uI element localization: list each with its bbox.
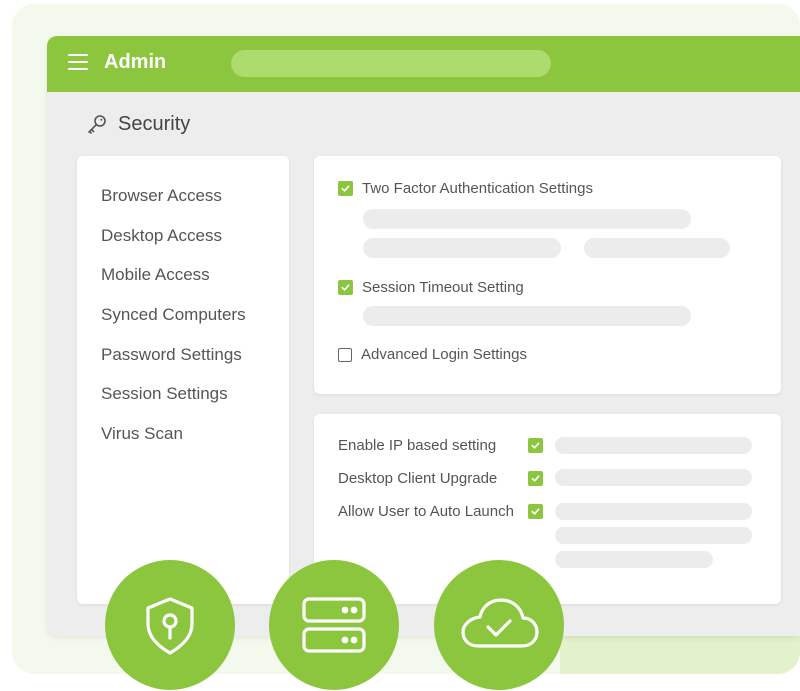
- session-timeout-label: Session Timeout Setting: [362, 279, 524, 296]
- placeholder-line: [555, 503, 752, 520]
- advanced-login-label: Advanced Login Settings: [361, 346, 527, 363]
- checkmark-icon: [531, 442, 540, 449]
- checkmark-icon: [341, 284, 350, 291]
- session-timeout-row: Session Timeout Setting: [338, 279, 524, 296]
- search-bar[interactable]: [231, 50, 551, 77]
- admin-window: Admin Security Browser Access Desktop Ac…: [47, 36, 800, 636]
- desktop-upgrade-checkbox[interactable]: [528, 471, 543, 486]
- sidebar-item-mobile-access[interactable]: Mobile Access: [101, 265, 210, 285]
- sidebar: Browser Access Desktop Access Mobile Acc…: [77, 156, 289, 604]
- session-timeout-checkbox[interactable]: [338, 280, 353, 295]
- placeholder-line: [363, 306, 691, 326]
- advanced-login-row: Advanced Login Settings: [338, 346, 527, 363]
- sidebar-item-session-settings[interactable]: Session Settings: [101, 384, 228, 404]
- placeholder-line: [584, 238, 730, 258]
- placeholder-line: [555, 551, 713, 568]
- checkmark-icon: [531, 508, 540, 515]
- cloud-feature-button[interactable]: [434, 560, 564, 690]
- shield-lock-icon: [146, 597, 194, 655]
- auto-launch-checkbox[interactable]: [528, 504, 543, 519]
- placeholder-line: [555, 437, 752, 454]
- two-factor-row: Two Factor Authentication Settings: [338, 180, 593, 197]
- menu-icon[interactable]: [68, 54, 88, 72]
- authentication-settings-card: Two Factor Authentication Settings Sessi…: [314, 156, 781, 394]
- checkmark-icon: [531, 475, 540, 482]
- enable-ip-checkbox[interactable]: [528, 438, 543, 453]
- background-strip: [560, 636, 800, 674]
- placeholder-line: [555, 527, 752, 544]
- options-card: Enable IP based setting Desktop Client U…: [314, 414, 781, 604]
- sidebar-item-virus-scan[interactable]: Virus Scan: [101, 424, 183, 444]
- top-bar: Admin: [47, 36, 800, 92]
- sidebar-item-password-settings[interactable]: Password Settings: [101, 345, 242, 365]
- auto-launch-label: Allow User to Auto Launch: [338, 503, 514, 520]
- page-header: Security: [85, 112, 190, 136]
- two-factor-label: Two Factor Authentication Settings: [362, 180, 593, 197]
- placeholder-line: [555, 469, 752, 486]
- placeholder-line: [363, 238, 561, 258]
- placeholder-line: [363, 209, 691, 229]
- server-feature-button[interactable]: [269, 560, 399, 690]
- sidebar-item-desktop-access[interactable]: Desktop Access: [101, 226, 222, 246]
- page-title: Security: [118, 112, 191, 135]
- sidebar-item-browser-access[interactable]: Browser Access: [101, 186, 222, 206]
- checkmark-icon: [341, 185, 350, 192]
- cloud-check-icon: [461, 598, 539, 648]
- app-title: Admin: [104, 51, 167, 73]
- enable-ip-label: Enable IP based setting: [338, 437, 497, 454]
- desktop-upgrade-label: Desktop Client Upgrade: [338, 470, 498, 487]
- security-feature-button[interactable]: [105, 560, 235, 690]
- advanced-login-checkbox[interactable]: [338, 347, 352, 362]
- sidebar-item-synced-computers[interactable]: Synced Computers: [101, 305, 246, 325]
- key-icon: [88, 115, 106, 134]
- server-icon: [302, 597, 366, 653]
- two-factor-checkbox[interactable]: [338, 181, 353, 196]
